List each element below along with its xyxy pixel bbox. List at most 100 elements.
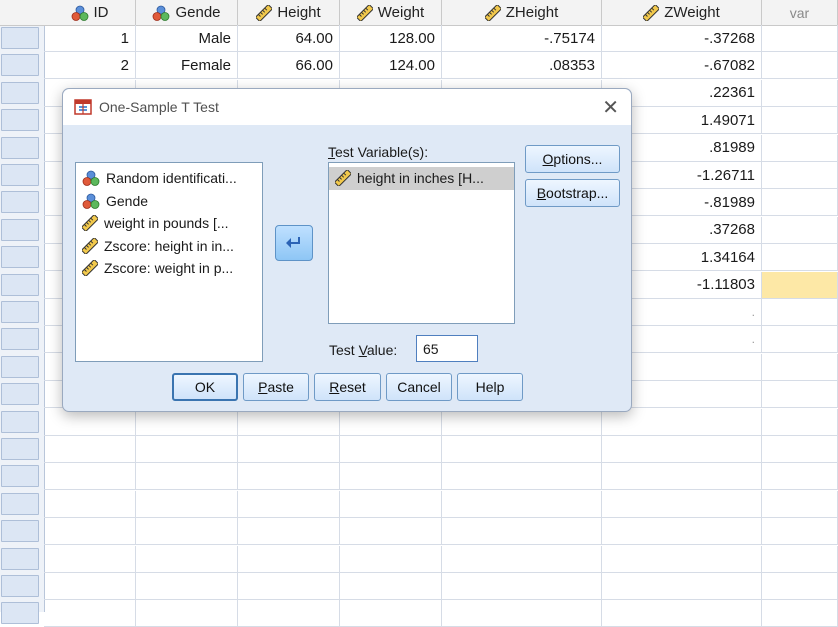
data-cell-height[interactable] xyxy=(238,490,340,517)
data-cell-height[interactable] xyxy=(238,518,340,545)
column-header-zheight[interactable]: ZHeight xyxy=(442,0,602,25)
row-number-cell[interactable] xyxy=(1,301,39,323)
data-cell-zweight[interactable] xyxy=(602,490,762,517)
data-cell-var[interactable] xyxy=(762,271,838,298)
data-cell-zweight[interactable] xyxy=(602,600,762,627)
data-cell-zheight[interactable] xyxy=(442,545,602,572)
data-cell-weight[interactable] xyxy=(340,408,442,435)
data-cell-gende[interactable] xyxy=(136,600,238,627)
data-cell-height[interactable] xyxy=(238,600,340,627)
data-cell-zweight[interactable]: -.37268 xyxy=(602,25,762,51)
variable-list-item[interactable]: weight in pounds [... xyxy=(76,212,262,235)
data-cell-id[interactable] xyxy=(44,463,136,490)
data-cell-zweight[interactable] xyxy=(602,545,762,572)
variable-list-item[interactable]: height in inches [H... xyxy=(329,167,514,190)
data-cell-height[interactable]: 64.00 xyxy=(238,25,340,51)
data-cell-var[interactable] xyxy=(762,381,838,408)
data-cell-var[interactable] xyxy=(762,107,838,134)
data-cell-id[interactable] xyxy=(44,600,136,627)
column-header-zweight[interactable]: ZWeight xyxy=(602,0,762,25)
data-cell-zheight[interactable]: .08353 xyxy=(442,52,602,79)
row-number-cell[interactable] xyxy=(1,273,39,296)
column-header-var[interactable]: var xyxy=(762,0,838,25)
row-number-cell[interactable] xyxy=(1,136,39,159)
data-cell-gende[interactable] xyxy=(136,573,238,599)
data-cell-gende[interactable] xyxy=(136,545,238,572)
data-cell-zheight[interactable] xyxy=(442,573,602,599)
data-cell-height[interactable] xyxy=(238,463,340,490)
data-cell-zheight[interactable] xyxy=(442,518,602,545)
data-cell-zweight[interactable] xyxy=(602,463,762,490)
help-button[interactable]: Help xyxy=(457,373,523,401)
variable-list-item[interactable]: Gende xyxy=(76,190,262,213)
data-cell-zweight[interactable] xyxy=(602,408,762,435)
row-number-cell[interactable] xyxy=(1,54,39,77)
data-cell-zheight[interactable] xyxy=(442,408,602,435)
data-cell-var[interactable] xyxy=(762,134,838,161)
data-cell-height[interactable] xyxy=(238,545,340,572)
row-number-cell[interactable] xyxy=(1,410,39,433)
data-cell-var[interactable] xyxy=(762,463,838,490)
data-cell-var[interactable] xyxy=(762,573,838,599)
data-cell-id[interactable] xyxy=(44,573,136,599)
data-cell-weight[interactable] xyxy=(340,463,442,490)
data-cell-gende[interactable] xyxy=(136,408,238,435)
data-cell-var[interactable] xyxy=(762,244,838,271)
test-variables-list[interactable]: height in inches [H... xyxy=(328,162,515,324)
data-cell-zweight[interactable] xyxy=(602,573,762,599)
data-cell-id[interactable] xyxy=(44,490,136,517)
test-value-input[interactable]: 65 xyxy=(416,335,478,362)
row-number-cell[interactable] xyxy=(1,492,39,515)
data-cell-var[interactable] xyxy=(762,353,838,380)
row-number-cell[interactable] xyxy=(1,383,39,406)
data-cell-id[interactable] xyxy=(44,518,136,545)
cancel-button[interactable]: Cancel xyxy=(386,373,452,401)
data-cell-zweight[interactable]: -.67082 xyxy=(602,52,762,79)
data-cell-id[interactable] xyxy=(44,408,136,435)
data-cell-weight[interactable] xyxy=(340,518,442,545)
row-number-cell[interactable] xyxy=(1,520,39,543)
close-icon[interactable]: ✕ xyxy=(602,95,619,120)
data-cell-zweight[interactable] xyxy=(602,436,762,462)
column-header-weight[interactable]: Weight xyxy=(340,0,442,25)
data-cell-height[interactable] xyxy=(238,436,340,462)
data-cell-var[interactable] xyxy=(762,162,838,188)
data-cell-zheight[interactable] xyxy=(442,463,602,490)
data-cell-gende[interactable] xyxy=(136,463,238,490)
data-cell-var[interactable] xyxy=(762,216,838,243)
variable-list-item[interactable]: Zscore: weight in p... xyxy=(76,257,262,280)
row-number-cell[interactable] xyxy=(1,355,39,378)
data-cell-gende[interactable] xyxy=(136,436,238,462)
row-number-cell[interactable] xyxy=(1,465,39,488)
row-number-cell[interactable] xyxy=(1,164,39,186)
row-number-cell[interactable] xyxy=(1,547,39,570)
paste-button[interactable]: Paste xyxy=(243,373,309,401)
move-variable-button[interactable] xyxy=(275,225,313,261)
row-number-cell[interactable] xyxy=(1,575,39,597)
data-cell-var[interactable] xyxy=(762,436,838,462)
data-cell-gende[interactable]: Female xyxy=(136,52,238,79)
row-number-cell[interactable] xyxy=(1,246,39,269)
data-cell-weight[interactable] xyxy=(340,600,442,627)
data-cell-zheight[interactable] xyxy=(442,436,602,462)
variable-list-item[interactable]: Random identificati... xyxy=(76,167,262,190)
data-cell-gende[interactable] xyxy=(136,518,238,545)
data-cell-id[interactable]: 2 xyxy=(44,52,136,79)
data-cell-var[interactable] xyxy=(762,490,838,517)
data-cell-zheight[interactable]: -.75174 xyxy=(442,25,602,51)
data-cell-weight[interactable] xyxy=(340,490,442,517)
data-cell-weight[interactable] xyxy=(340,545,442,572)
data-cell-var[interactable] xyxy=(762,25,838,51)
column-header-id[interactable]: ID xyxy=(44,0,136,25)
variable-list-item[interactable]: Zscore: height in in... xyxy=(76,235,262,258)
row-number-cell[interactable] xyxy=(1,191,39,214)
data-cell-weight[interactable] xyxy=(340,573,442,599)
data-cell-height[interactable]: 66.00 xyxy=(238,52,340,79)
reset-button[interactable]: Reset xyxy=(314,373,381,401)
data-cell-gende[interactable]: Male xyxy=(136,25,238,51)
data-cell-var[interactable] xyxy=(762,79,838,106)
row-number-cell[interactable] xyxy=(1,602,39,625)
data-cell-weight[interactable]: 128.00 xyxy=(340,25,442,51)
data-cell-id[interactable]: 1 xyxy=(44,25,136,51)
ok-button[interactable]: OK xyxy=(172,373,238,401)
